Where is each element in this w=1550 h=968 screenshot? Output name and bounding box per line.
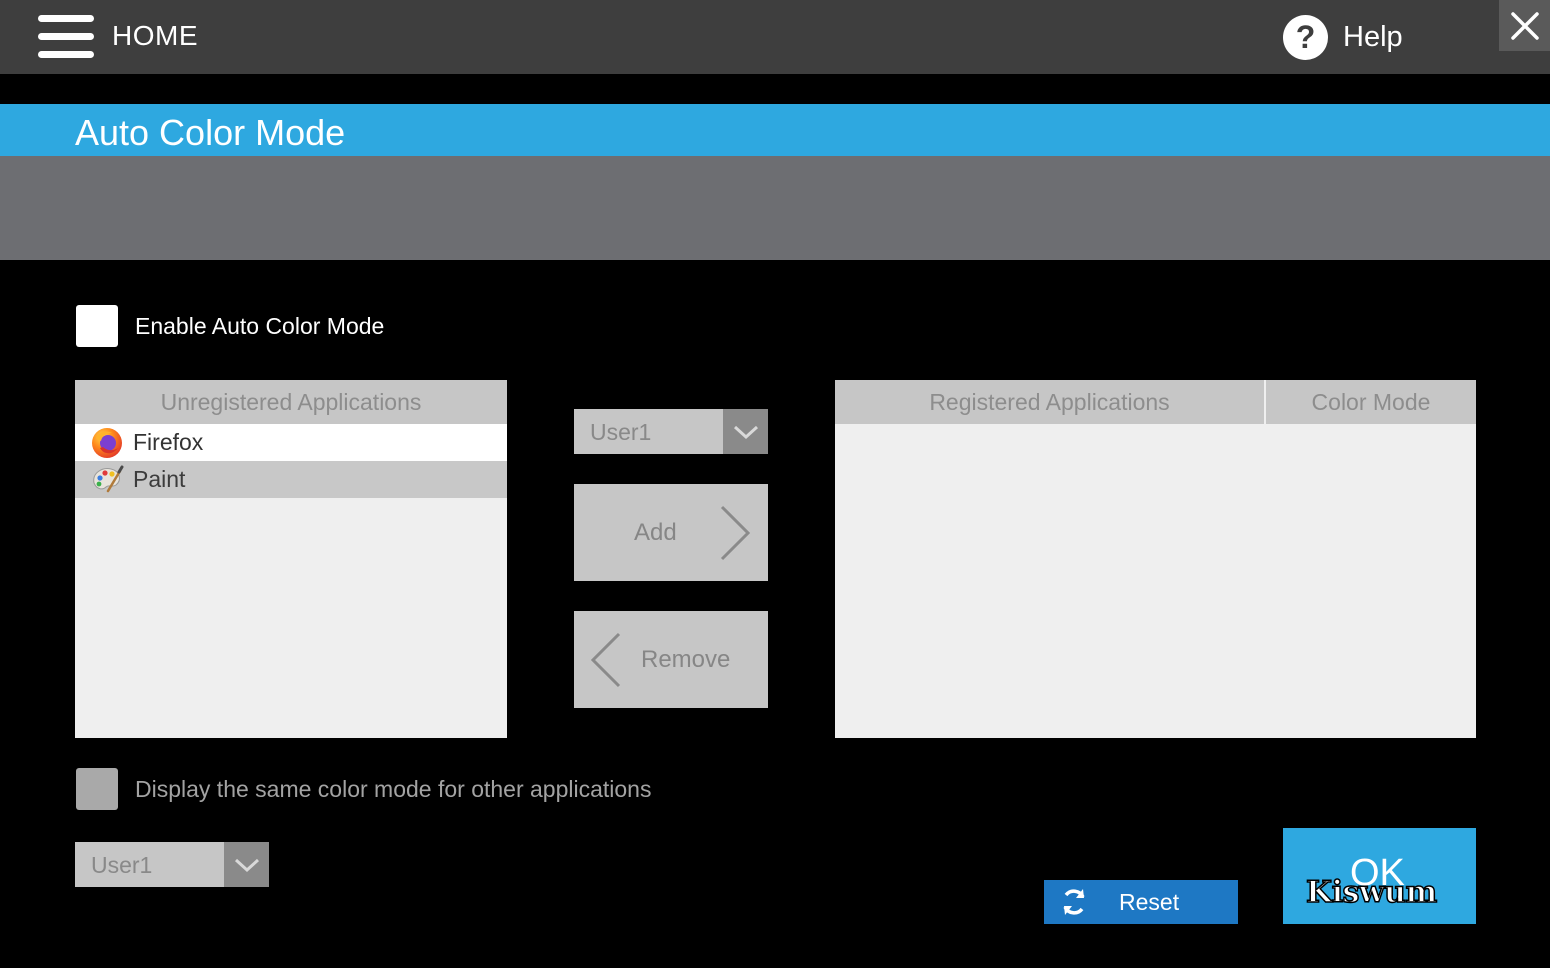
registered-header-row: Registered Applications Color Mode: [835, 380, 1476, 424]
chevron-down-icon[interactable]: [723, 409, 768, 454]
list-item-paint[interactable]: Paint: [75, 461, 507, 498]
enable-auto-color-label[interactable]: Enable Auto Color Mode: [135, 313, 384, 340]
other-apps-dropdown-value: User1: [91, 852, 153, 878]
user-dropdown-value: User1: [590, 419, 652, 445]
reset-button-label: Reset: [1119, 889, 1180, 915]
reset-button[interactable]: Reset: [1044, 880, 1238, 924]
title-bar: Auto Color Mode: [0, 104, 1550, 156]
chevron-left-icon: [590, 632, 621, 688]
same-color-mode-checkbox[interactable]: [76, 768, 118, 810]
watermark: Kiswum: [1305, 874, 1438, 911]
close-icon: [1510, 11, 1539, 40]
help-button[interactable]: ? Help: [1283, 14, 1403, 60]
unregistered-header: Unregistered Applications: [75, 380, 507, 424]
add-button[interactable]: Add: [574, 484, 768, 581]
user-dropdown[interactable]: User1: [574, 409, 768, 454]
chevron-right-icon: [720, 505, 751, 561]
top-bar: HOME ? Help: [0, 0, 1550, 74]
remove-button[interactable]: Remove: [574, 611, 768, 708]
firefox-icon: [92, 427, 122, 458]
remove-button-label: Remove: [641, 646, 731, 673]
home-link[interactable]: HOME: [112, 20, 198, 52]
page-title: Auto Color Mode: [75, 112, 346, 153]
close-button[interactable]: [1499, 0, 1550, 51]
same-color-mode-label[interactable]: Display the same color mode for other ap…: [135, 776, 651, 803]
registered-apps-header[interactable]: Registered Applications: [835, 380, 1266, 424]
app-name: Paint: [133, 466, 186, 492]
other-apps-user-dropdown[interactable]: User1: [75, 842, 269, 887]
refresh-icon: [1063, 889, 1085, 915]
paint-icon: [93, 465, 124, 492]
menu-icon[interactable]: [38, 15, 96, 59]
description-band: [0, 156, 1550, 260]
app-name: Firefox: [133, 429, 204, 455]
add-button-label: Add: [634, 519, 677, 546]
list-item-firefox[interactable]: Firefox: [75, 424, 507, 461]
unregistered-applications-list[interactable]: Unregistered Applications Firefox Paint: [75, 380, 507, 738]
enable-auto-color-checkbox[interactable]: [76, 305, 118, 347]
help-icon: ?: [1283, 14, 1328, 60]
registered-applications-table[interactable]: Registered Applications Color Mode: [835, 380, 1476, 738]
help-label: Help: [1343, 20, 1403, 53]
color-mode-header[interactable]: Color Mode: [1266, 380, 1476, 424]
chevron-down-icon[interactable]: [224, 842, 269, 887]
